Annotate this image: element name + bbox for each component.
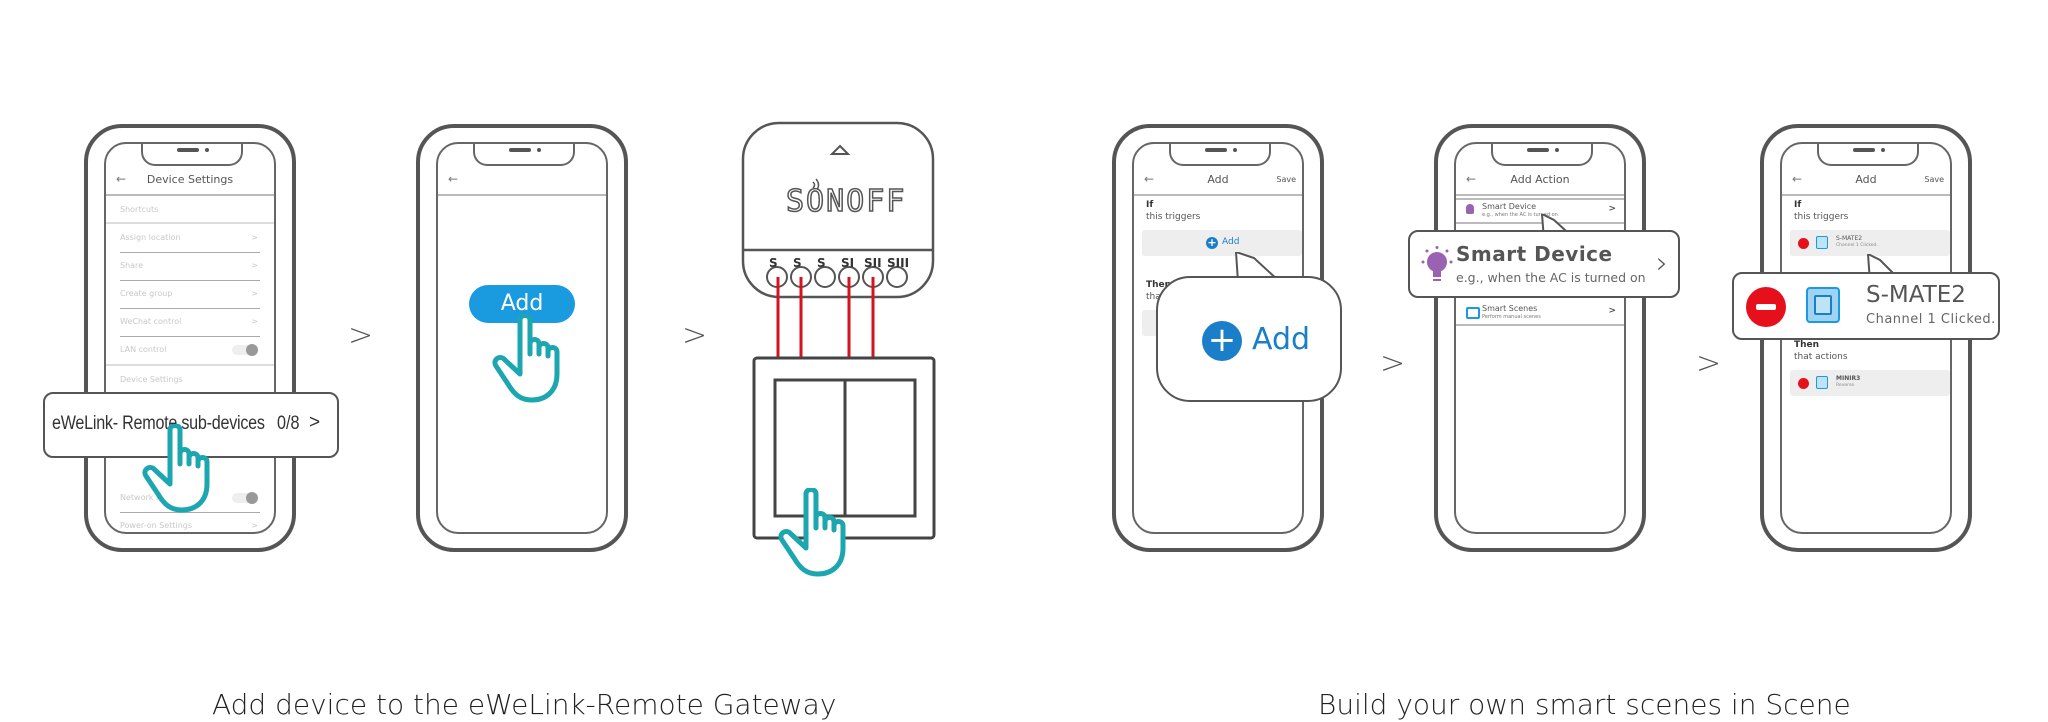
- sonoff-logo: SONOFF: [785, 183, 907, 220]
- settings-row-assign-location[interactable]: Assign location >: [120, 224, 260, 253]
- callout-subtitle: Channel 1 Clicked.: [1866, 312, 1996, 327]
- screen-header: ← Add Save: [1134, 170, 1302, 196]
- section-device-settings: Device Settings: [106, 366, 274, 394]
- step-arrow-icon: >: [1380, 346, 1406, 381]
- item-title: Smart Device: [1482, 202, 1537, 211]
- if-subtitle: this triggers: [1794, 212, 1849, 222]
- chevron-right-icon: >: [251, 521, 258, 530]
- screen-header: ← Device Settings: [106, 170, 274, 196]
- if-label: If: [1146, 200, 1154, 210]
- terminal-label: SΙ: [841, 256, 855, 270]
- settings-row-share[interactable]: Share >: [120, 252, 260, 281]
- settings-row-create-group[interactable]: Create group >: [120, 280, 260, 309]
- row-label: Share: [120, 261, 144, 270]
- row-label: Power-on Settings: [120, 521, 193, 530]
- trigger-subtitle: Channel 1 Clicked.: [1836, 243, 1878, 248]
- terminal-label: S: [769, 256, 778, 270]
- smart-device-callout[interactable]: Smart Device e.g., when the AC is turned…: [1408, 230, 1680, 298]
- bulb-icon: [1421, 246, 1453, 281]
- screen-header: ← Add Action: [1456, 170, 1624, 196]
- save-button[interactable]: Save: [1924, 175, 1944, 184]
- phone-notch: [1817, 144, 1919, 166]
- terminal-label: SΙΙΙ: [887, 256, 910, 270]
- sub-devices-count: 0/8: [277, 413, 300, 434]
- chevron-right-icon: >: [309, 412, 321, 433]
- row-label: LAN control: [120, 345, 167, 354]
- callout-title: S-MATE2: [1866, 282, 1966, 308]
- save-button[interactable]: Save: [1276, 175, 1296, 184]
- trigger-name: S-MATE2: [1836, 235, 1863, 242]
- chevron-right-icon: >: [1608, 204, 1616, 214]
- list-item-smart-scenes[interactable]: Smart Scenes Perform manual scenes >: [1456, 302, 1624, 326]
- chevron-right-icon: ›: [1656, 246, 1668, 281]
- terminal-label: S: [793, 256, 802, 270]
- phone-notch: [141, 144, 243, 166]
- header-title: Device Settings: [146, 173, 234, 186]
- terminal-label: SΙΙ: [864, 256, 882, 270]
- tap-hand-icon: [778, 488, 846, 577]
- phone-screen: ← Add Action Smart Device e.g., when the…: [1454, 142, 1626, 534]
- settings-row-power-on[interactable]: Power-on Settings >: [120, 512, 260, 532]
- if-subtitle: this triggers: [1146, 212, 1201, 222]
- phone-notch: [1169, 144, 1271, 166]
- network-toggle[interactable]: [232, 492, 258, 504]
- tap-hand-icon: [492, 314, 560, 403]
- chevron-right-icon: >: [251, 233, 258, 242]
- switch-device-icon: [1806, 287, 1840, 323]
- section-shortcuts: Shortcuts: [106, 196, 274, 224]
- remove-icon[interactable]: [1798, 378, 1809, 389]
- phone-add-action: ← Add Action Smart Device e.g., when the…: [1434, 124, 1646, 552]
- switch-device-icon: [1816, 236, 1828, 249]
- callout-subtitle: e.g., when the AC is turned on: [1456, 270, 1646, 285]
- phone-notch: [473, 144, 575, 166]
- phone-notch: [1491, 144, 1593, 166]
- action-subtitle: Reverse: [1836, 383, 1855, 388]
- row-label: Assign location: [120, 233, 181, 242]
- header-title: Add Action: [1510, 173, 1570, 186]
- minir3-device-icon: [1816, 376, 1828, 389]
- step-arrow-icon: >: [682, 318, 708, 353]
- item-title: Smart Scenes: [1482, 304, 1538, 313]
- screen-header: ← Add Save: [1782, 170, 1950, 196]
- caption-right: Build your own smart scenes in Scene: [1318, 688, 1851, 721]
- scenes-icon: [1466, 307, 1480, 319]
- row-label: Create group: [120, 289, 173, 298]
- sonoff-module: [741, 121, 936, 540]
- step-arrow-icon: >: [348, 318, 374, 353]
- item-subtitle: Perform manual scenes: [1482, 314, 1541, 320]
- step-arrow-icon: >: [1696, 346, 1722, 381]
- then-label: Then: [1794, 340, 1820, 350]
- chevron-right-icon: >: [251, 261, 258, 270]
- chevron-right-icon: >: [251, 317, 258, 326]
- tap-hand-icon: [142, 424, 210, 513]
- settings-row-lan-control: LAN control: [106, 336, 274, 366]
- screen-header: ←: [438, 170, 606, 196]
- chevron-right-icon: >: [251, 289, 258, 298]
- terminal-label: S: [817, 256, 826, 270]
- chevron-right-icon: >: [1608, 306, 1616, 316]
- action-name: MINIR3: [1836, 375, 1861, 382]
- plus-circle-icon: +: [1206, 236, 1218, 249]
- add-callout[interactable]: + Add: [1156, 276, 1342, 402]
- action-item[interactable]: MINIR3 Reverse: [1790, 370, 1950, 396]
- add-trigger-label: Add: [1222, 237, 1240, 247]
- add-callout-label: Add: [1252, 322, 1311, 357]
- if-label: If: [1794, 200, 1802, 210]
- trigger-item[interactable]: S-MATE2 Channel 1 Clicked.: [1790, 230, 1950, 256]
- bulb-icon: [1466, 204, 1474, 214]
- caption-left: Add device to the eWeLink-Remote Gateway: [212, 688, 837, 721]
- then-subtitle: that actions: [1794, 352, 1848, 362]
- callout-title: Smart Device: [1456, 242, 1613, 266]
- back-arrow-icon[interactable]: ←: [448, 172, 458, 186]
- remove-icon[interactable]: [1798, 238, 1809, 249]
- s-mate2-callout[interactable]: S-MATE2 Channel 1 Clicked.: [1732, 272, 2000, 340]
- remove-icon[interactable]: [1746, 287, 1786, 327]
- lan-control-toggle[interactable]: [232, 344, 258, 356]
- row-label: WeChat control: [120, 317, 182, 326]
- plus-circle-icon: +: [1202, 321, 1242, 361]
- add-button-label: Add: [500, 291, 544, 316]
- settings-row-wechat-control[interactable]: WeChat control >: [120, 308, 260, 337]
